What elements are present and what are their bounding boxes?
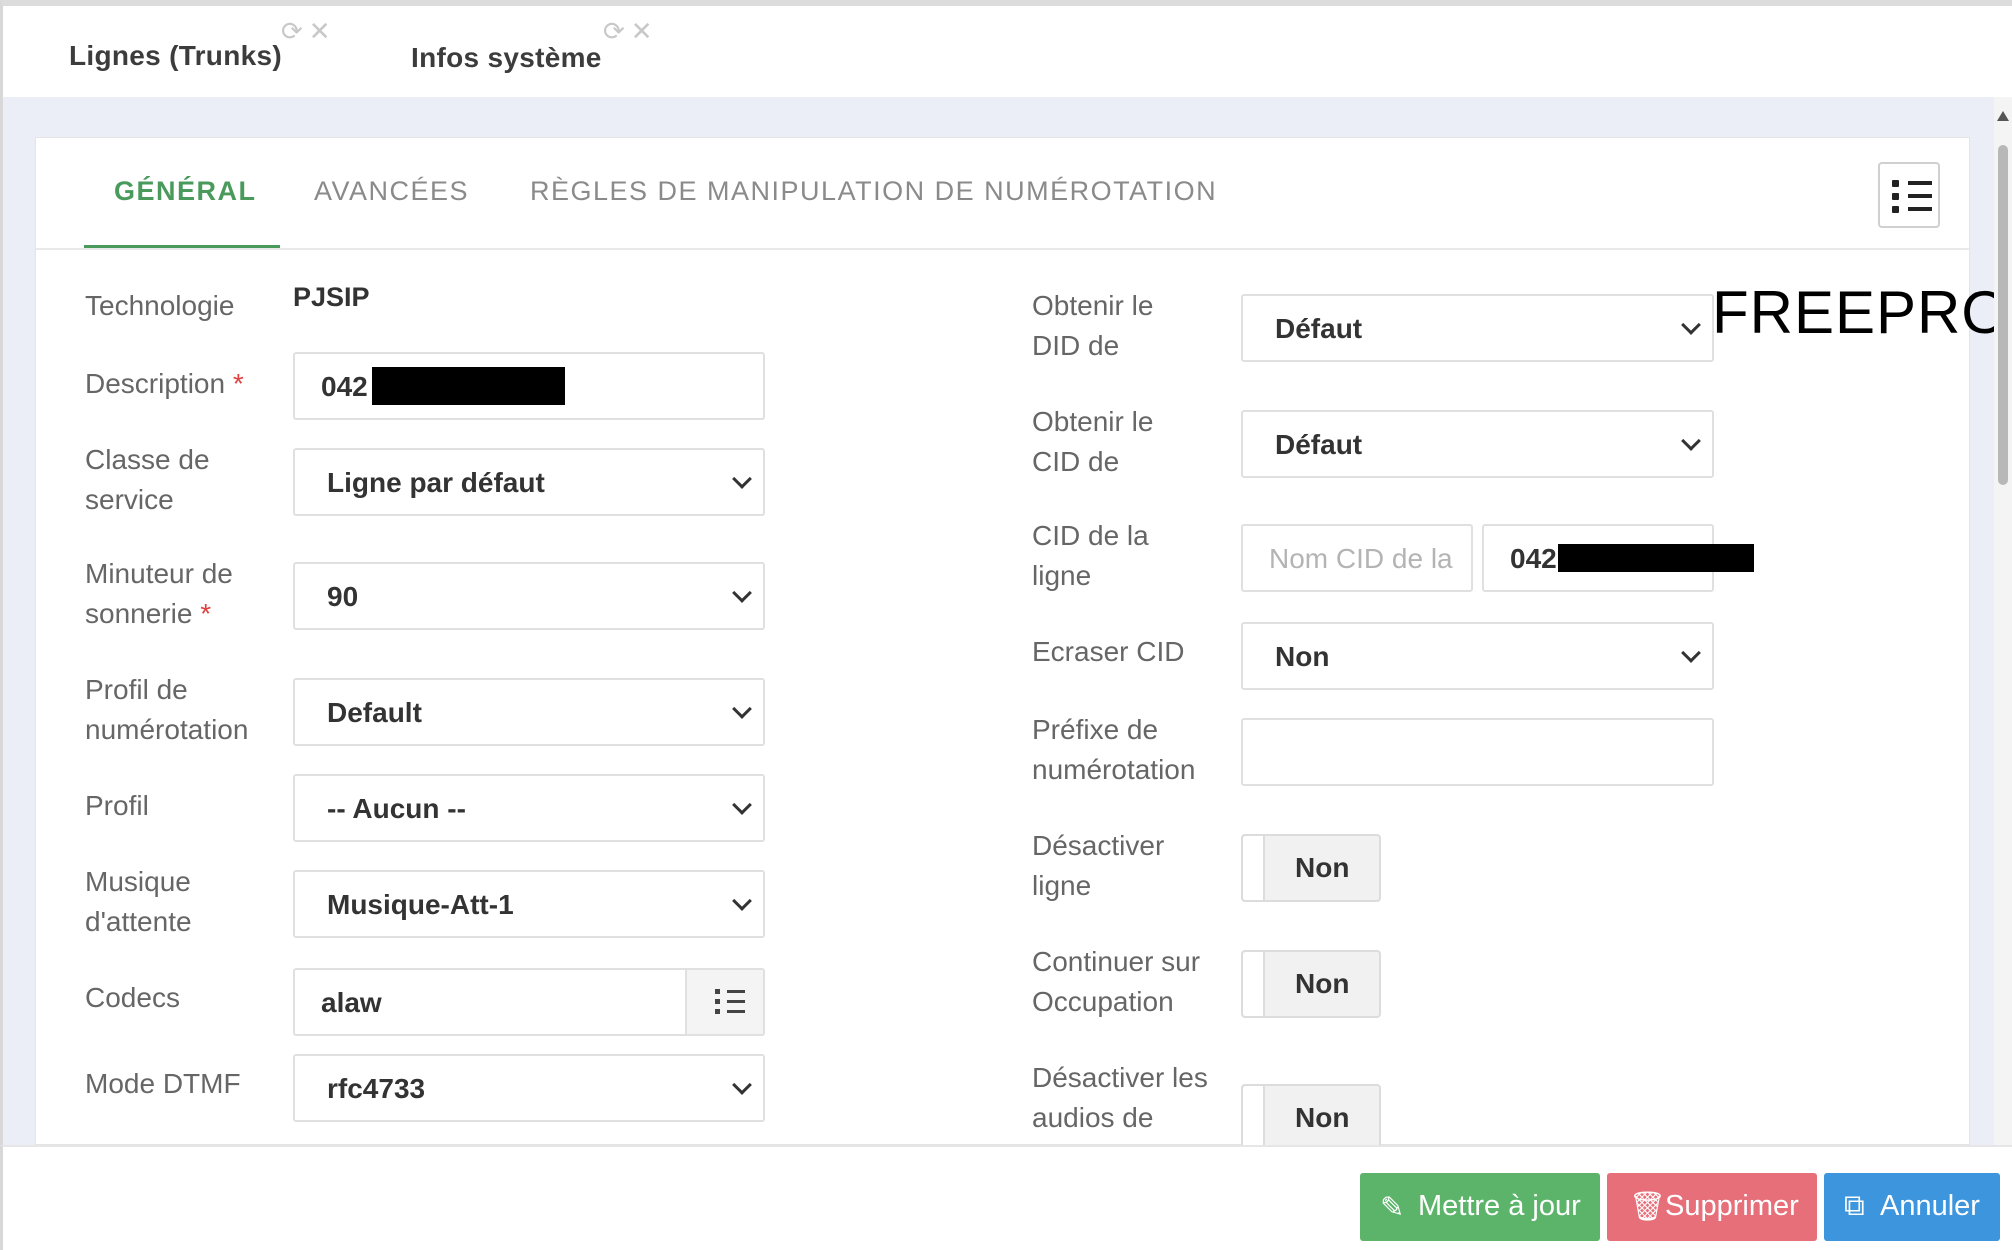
- chevron-down-icon: [732, 1075, 752, 1095]
- watermark-text: FREEPRO: [1712, 279, 2010, 346]
- trunk-form-card: GÉNÉRAL AVANCÉES RÈGLES DE MANIPULATION …: [35, 137, 1971, 1152]
- profile-label: Profil: [85, 790, 149, 821]
- description-input[interactable]: 042: [293, 352, 765, 420]
- dial-profile-label: Profil de numérotation: [85, 674, 249, 745]
- window-tab-label: Infos système: [411, 42, 602, 73]
- moh-label: Musique d'attente: [85, 866, 192, 937]
- dial-prefix-label: Préfixe de numérotation: [1032, 714, 1196, 785]
- disable-line-toggle[interactable]: Non: [1241, 834, 1381, 902]
- ring-timer-label: Minuteur de sonnerie *: [85, 558, 233, 629]
- window-tab-label: Lignes (Trunks): [69, 40, 282, 71]
- list-menu-button[interactable]: [1878, 162, 1940, 228]
- toggle-knob: [1243, 836, 1265, 900]
- delete-button[interactable]: 🗑 Supprimer: [1607, 1173, 1817, 1241]
- codecs-input[interactable]: alaw: [293, 968, 765, 1036]
- cancel-button[interactable]: ⧉ Annuler: [1824, 1173, 2000, 1241]
- did-from-label: Obtenir le DID de: [1032, 290, 1154, 361]
- update-button[interactable]: ✎ Mettre à jour: [1360, 1173, 1600, 1241]
- dtmf-select[interactable]: rfc4733: [293, 1054, 765, 1122]
- line-cid-name-input[interactable]: Nom CID de la: [1241, 524, 1473, 592]
- ring-timer-select[interactable]: 90: [293, 562, 765, 630]
- close-icon[interactable]: ✕: [309, 16, 331, 46]
- toggle-knob: [1243, 952, 1265, 1016]
- cid-from-select[interactable]: Défaut: [1241, 410, 1714, 478]
- tab-advanced[interactable]: AVANCÉES: [314, 176, 469, 207]
- codecs-list-button[interactable]: [685, 970, 763, 1034]
- refresh-icon[interactable]: ⟳: [603, 16, 625, 46]
- moh-select[interactable]: Musique-Att-1: [293, 870, 765, 938]
- window-tab-bar: Lignes (Trunks) ⟳ ✕ Infos système ⟳ ✕: [0, 0, 2012, 103]
- scrollbar-thumb[interactable]: [1998, 145, 2008, 485]
- tab-general[interactable]: GÉNÉRAL: [114, 176, 257, 207]
- workspace: GÉNÉRAL AVANCÉES RÈGLES DE MANIPULATION …: [0, 97, 2012, 1152]
- window-tab-system-info[interactable]: Infos système ⟳ ✕: [411, 12, 671, 100]
- dial-profile-select[interactable]: Default: [293, 678, 765, 746]
- refresh-icon[interactable]: ⟳: [281, 16, 303, 46]
- override-cid-select[interactable]: Non: [1241, 622, 1714, 690]
- chevron-down-icon: [732, 583, 752, 603]
- chevron-down-icon: [732, 795, 752, 815]
- technology-label: Technologie: [85, 290, 235, 321]
- close-icon[interactable]: ✕: [631, 16, 653, 46]
- chevron-down-icon: [1681, 643, 1701, 663]
- line-cid-label: CID de la ligne: [1032, 520, 1149, 591]
- continue-busy-label: Continuer sur Occupation: [1032, 946, 1201, 1017]
- chevron-down-icon: [732, 699, 752, 719]
- window-tab-trunks[interactable]: Lignes (Trunks) ⟳ ✕: [69, 12, 339, 100]
- cid-from-label: Obtenir le CID de: [1032, 406, 1154, 477]
- form-tabs: GÉNÉRAL AVANCÉES RÈGLES DE MANIPULATION …: [36, 138, 1971, 250]
- profile-select[interactable]: -- Aucun --: [293, 774, 765, 842]
- dial-prefix-input[interactable]: [1241, 718, 1714, 786]
- codecs-label: Codecs: [85, 982, 180, 1013]
- class-of-service-select[interactable]: Ligne par défaut: [293, 448, 765, 516]
- disable-audio-label: Désactiver les audios de: [1032, 1062, 1208, 1133]
- disable-audio-toggle[interactable]: Non: [1241, 1084, 1381, 1152]
- did-from-select[interactable]: Défaut: [1241, 294, 1714, 362]
- tab-dial-rules[interactable]: RÈGLES DE MANIPULATION DE NUMÉROTATION: [530, 176, 1217, 207]
- chevron-down-icon: [1681, 431, 1701, 451]
- chevron-down-icon: [732, 891, 752, 911]
- pencil-icon: ✎: [1380, 1192, 1405, 1224]
- chevron-down-icon: [1681, 315, 1701, 335]
- dtmf-label: Mode DTMF: [85, 1068, 241, 1099]
- technology-value: PJSIP: [293, 282, 370, 312]
- redaction: [372, 367, 565, 405]
- external-link-icon: ⧉: [1844, 1190, 1865, 1222]
- scroll-up-arrow-icon[interactable]: [1997, 111, 2009, 121]
- chevron-down-icon: [732, 469, 752, 489]
- description-value: 042: [321, 371, 368, 402]
- description-label: Description *: [85, 368, 244, 399]
- action-bar: ✎ Mettre à jour 🗑 Supprimer ⧉ Annuler: [0, 1145, 2012, 1250]
- disable-line-label: Désactiver ligne: [1032, 830, 1165, 901]
- toggle-knob: [1243, 1086, 1265, 1150]
- line-cid-number-input[interactable]: 042: [1482, 524, 1754, 592]
- redaction: [1558, 544, 1754, 572]
- trash-icon: 🗑: [1629, 1191, 1666, 1223]
- class-of-service-label: Classe de service: [85, 444, 210, 515]
- continue-busy-toggle[interactable]: Non: [1241, 950, 1381, 1018]
- scrollbar[interactable]: [1994, 97, 2012, 1145]
- override-cid-label: Ecraser CID: [1032, 636, 1185, 667]
- active-tab-indicator: [84, 245, 280, 248]
